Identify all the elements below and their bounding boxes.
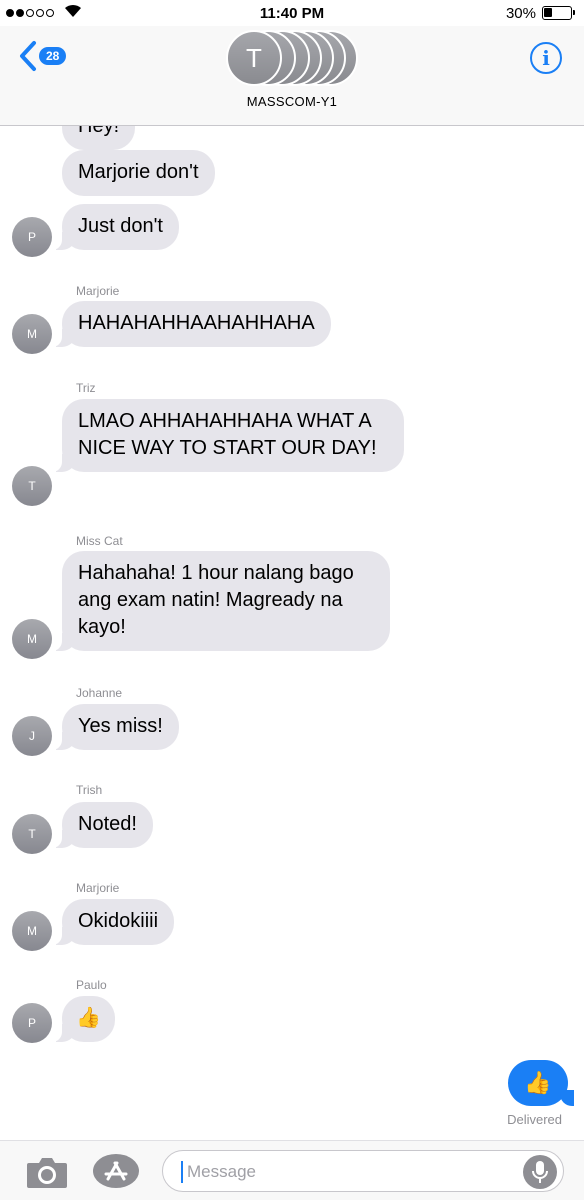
message-bubble[interactable]: Yes miss! [52, 704, 179, 750]
sender-name: Johanne [76, 686, 123, 700]
message-bubble[interactable]: Just don't [52, 204, 179, 250]
thumbs-up-emoji: 👍 [524, 1070, 552, 1095]
message-bubble[interactable]: Marjorie don't [62, 150, 215, 196]
battery-percentage: 30% [505, 5, 536, 22]
message-input[interactable]: Message [162, 1150, 564, 1192]
message-text: Marjorie don't [78, 161, 199, 183]
microphone-button[interactable] [523, 1155, 557, 1189]
avatar[interactable]: J [12, 716, 52, 756]
message-text: LMAO AHHAHAHHAHA WHAT A NICE WAY TO STAR… [78, 410, 377, 459]
group-avatar-stack[interactable]: T [226, 30, 358, 86]
message-thread[interactable]: Hey! Marjorie don't Just don't P Marjori… [0, 126, 584, 1140]
avatar[interactable]: P [12, 1003, 52, 1043]
message-text: Hahahaha! 1 hour nalang bago ang exam na… [78, 562, 354, 638]
avatar[interactable]: T [12, 814, 52, 854]
avatar[interactable]: M [12, 619, 52, 659]
message-placeholder: Message [187, 1162, 256, 1181]
compose-bar: Message [0, 1140, 584, 1200]
message-bubble[interactable]: Hey! [62, 126, 136, 150]
thumbs-up-emoji: 👍 [76, 1007, 101, 1029]
status-time: 11:40 PM [259, 5, 325, 22]
sender-name: Marjorie [76, 284, 120, 298]
message-text: Hey! [78, 126, 120, 137]
group-avatar-main: T [226, 30, 282, 86]
text-cursor [181, 1161, 183, 1183]
message-bubble[interactable]: Noted! [52, 802, 153, 848]
message-text: Yes miss! [78, 715, 163, 737]
app-store-icon[interactable] [92, 1153, 140, 1189]
sender-name: Paulo [76, 978, 107, 992]
sender-name: Marjorie [76, 881, 120, 895]
microphone-icon [532, 1161, 548, 1183]
back-button[interactable]: 28 [18, 40, 67, 72]
sender-name: Trish [76, 783, 103, 797]
sender-name: Miss Cat [76, 534, 123, 548]
message-text: HAHAHAHHAAHAHHAHA [78, 312, 315, 334]
battery-icon [542, 6, 575, 20]
avatar[interactable]: M [12, 314, 52, 354]
sent-message-bubble[interactable]: 👍 [508, 1060, 574, 1106]
delivery-status: Delivered [507, 1112, 562, 1127]
message-bubble[interactable]: Okidokiiii [51, 899, 175, 945]
avatar[interactable]: P [12, 217, 52, 257]
message-bubble[interactable]: LMAO AHHAHAHHAHA WHAT A NICE WAY TO STAR… [52, 399, 404, 472]
sender-name: Triz [76, 381, 96, 395]
avatar[interactable]: T [12, 466, 52, 506]
message-bubble[interactable]: HAHAHAHHAAHAHHAHA [52, 301, 331, 347]
avatar[interactable]: M [12, 911, 52, 951]
group-name[interactable]: MASSCOM-Y1 [0, 94, 584, 109]
camera-icon[interactable] [26, 1155, 68, 1189]
message-text: Okidokiiii [78, 910, 159, 932]
message-bubble[interactable]: 👍 [52, 996, 115, 1042]
message-bubble[interactable]: Hahahaha! 1 hour nalang bago ang exam na… [52, 551, 390, 651]
info-button[interactable]: i [530, 42, 562, 74]
status-bar: 11:40 PM 30% [0, 0, 584, 26]
info-icon: i [542, 46, 550, 70]
conversation-header: 28 T MASSCOM-Y1 i [0, 26, 584, 126]
message-text: Noted! [78, 813, 137, 835]
back-chevron-icon [20, 41, 36, 71]
message-text: Just don't [78, 215, 163, 237]
unread-count-badge: 28 [39, 47, 67, 65]
